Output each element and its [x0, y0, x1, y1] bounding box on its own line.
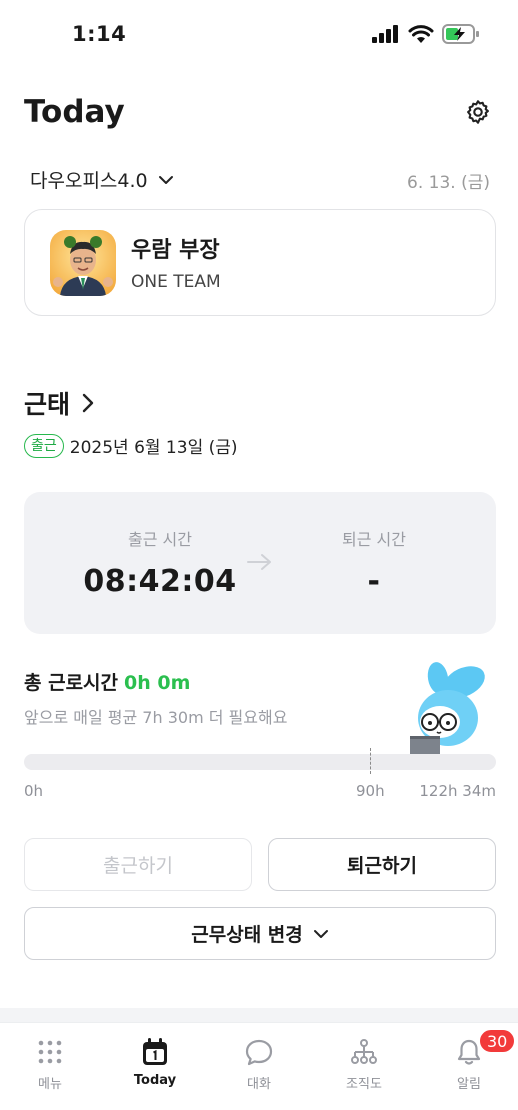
- calendar-icon: [143, 1038, 167, 1065]
- tab-today[interactable]: Today: [115, 1037, 195, 1088]
- tick-max: 122h 34m: [419, 782, 496, 800]
- tick-target: 90h: [356, 782, 385, 800]
- change-work-status-button[interactable]: 근무상태 변경: [24, 907, 496, 960]
- status-time: 1:14: [72, 22, 127, 46]
- clock-in-value: 08:42:04: [83, 564, 237, 599]
- avatar: [50, 230, 116, 296]
- clock-in-column: 출근 시간 08:42:04: [60, 492, 260, 599]
- notification-count-badge: 30: [478, 1028, 517, 1054]
- status-badge: 출근: [24, 433, 64, 458]
- total-work-row: 총 근로시간 0h 0m: [24, 668, 190, 695]
- arrow-right-icon: [247, 554, 271, 570]
- attendance-title: 근태: [24, 390, 71, 419]
- chevron-down-icon: [313, 929, 328, 938]
- tab-org-chart-label: 조직도: [346, 1077, 382, 1092]
- clock-out-value: -: [367, 564, 381, 599]
- org-name: 다우오피스4.0: [30, 170, 148, 192]
- clock-in-button[interactable]: 출근하기: [24, 838, 252, 891]
- cellular-signal-icon: [372, 25, 398, 43]
- org-chart-icon: [351, 1039, 377, 1064]
- profile-card[interactable]: 우람 부장 ONE TEAM: [24, 209, 496, 316]
- clock-out-label: 퇴근 시간: [342, 530, 406, 549]
- attendance-header-link[interactable]: 근태: [24, 385, 94, 421]
- settings-button[interactable]: [462, 96, 494, 128]
- clock-time-panel: 출근 시간 08:42:04 퇴근 시간 -: [24, 492, 496, 634]
- tab-chat[interactable]: 대화: [219, 1037, 299, 1092]
- tab-notifications-label: 알림: [457, 1077, 481, 1092]
- tab-today-label: Today: [133, 1073, 177, 1088]
- page-title: Today: [24, 94, 125, 130]
- battery-charging-icon: [442, 24, 479, 44]
- tick-start: 0h: [24, 782, 44, 800]
- today-date: 6. 13. (금): [407, 173, 490, 193]
- attendance-date-row: 출근 2025년 6월 13일 (금): [24, 433, 238, 458]
- status-bar: 1:14: [0, 0, 518, 70]
- status-icons: [372, 24, 480, 44]
- profile-name: 우람 부장: [131, 238, 220, 263]
- tab-menu-label: 메뉴: [38, 1077, 62, 1092]
- target-marker: [370, 748, 371, 774]
- chevron-down-icon: [158, 175, 173, 184]
- rabbit-mascot-icon: [410, 662, 485, 756]
- bottom-tab-bar: 메뉴 Today 대화 조직도 알림: [0, 1022, 518, 1110]
- gear-icon: [467, 100, 489, 124]
- profile-team: ONE TEAM: [131, 272, 221, 292]
- total-work-label: 총 근로시간: [24, 672, 119, 694]
- section-divider: [0, 1008, 518, 1022]
- work-progress-bar: [24, 748, 496, 774]
- attendance-date: 2025년 6월 13일 (금): [69, 438, 238, 458]
- remaining-hours-text: 앞으로 매일 평균 7h 30m 더 필요해요: [24, 708, 288, 727]
- chevron-right-icon: [82, 393, 94, 413]
- grid-dots-icon: [38, 1040, 62, 1064]
- chat-bubble-icon: [245, 1039, 273, 1066]
- clock-out-button[interactable]: 퇴근하기: [268, 838, 496, 891]
- tab-chat-label: 대화: [247, 1077, 271, 1092]
- wifi-icon: [408, 24, 434, 43]
- clock-out-column: 퇴근 시간 -: [274, 492, 474, 599]
- change-work-status-label: 근무상태 변경: [191, 924, 303, 946]
- total-work-value: 0h 0m: [124, 672, 191, 694]
- tab-org-chart[interactable]: 조직도: [324, 1037, 404, 1092]
- tab-menu[interactable]: 메뉴: [10, 1037, 90, 1092]
- org-selector[interactable]: 다우오피스4.0: [30, 166, 174, 193]
- clock-in-label: 출근 시간: [128, 530, 192, 549]
